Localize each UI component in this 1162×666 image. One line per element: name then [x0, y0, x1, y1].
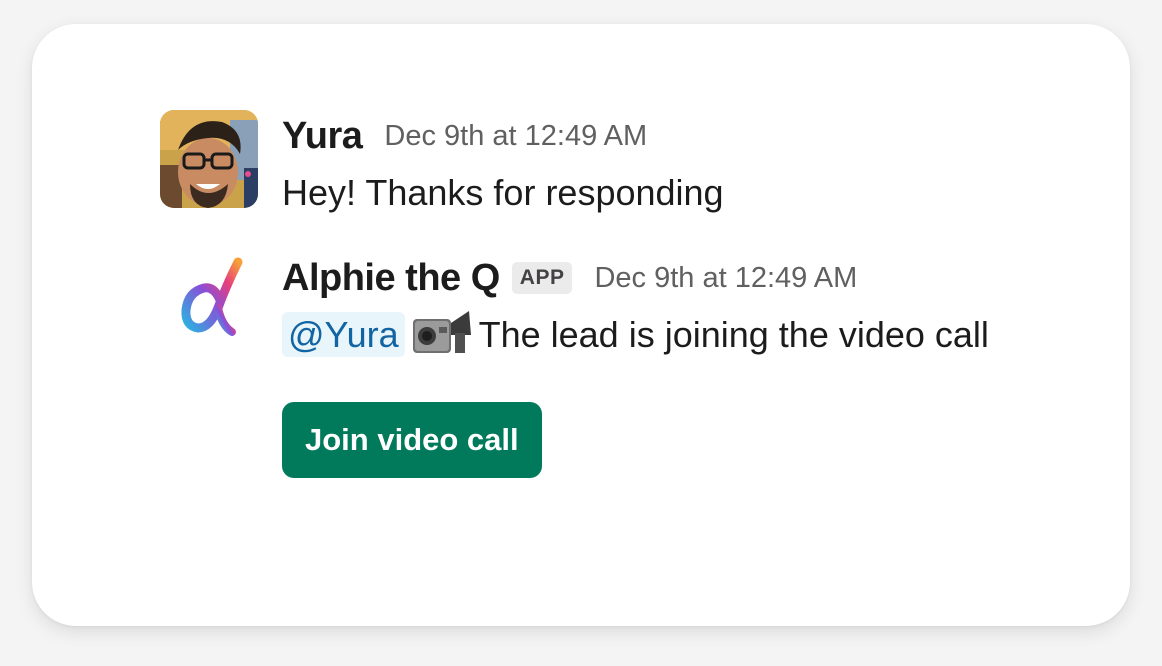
sender-name[interactable]: Yura: [282, 115, 363, 158]
message-header: Yura Dec 9th at 12:49 AM: [282, 114, 1042, 158]
message-card: Yura Dec 9th at 12:49 AM Hey! Thanks for…: [32, 24, 1130, 626]
message-content: Yura Dec 9th at 12:49 AM Hey! Thanks for…: [282, 110, 1042, 224]
message-content: Alphie the Q APP Dec 9th at 12:49 AM @Yu…: [282, 252, 1042, 478]
message-text-body: The lead is joining the video call: [478, 314, 989, 355]
timestamp[interactable]: Dec 9th at 12:49 AM: [384, 120, 647, 153]
alpha-logo-icon[interactable]: [160, 252, 258, 350]
sender-name[interactable]: Alphie the Q: [282, 257, 500, 300]
user-photo-avatar[interactable]: [160, 110, 258, 208]
message-text: Hey! Thanks for responding: [282, 172, 724, 213]
message-header: Alphie the Q APP Dec 9th at 12:49 AM: [282, 256, 1042, 300]
user-mention[interactable]: @Yura: [282, 312, 405, 357]
video-camera-icon: [411, 305, 473, 374]
app-badge: APP: [511, 262, 573, 294]
timestamp[interactable]: Dec 9th at 12:49 AM: [594, 262, 857, 295]
message-text: @Yura The lead is joining the video call: [282, 304, 1042, 374]
join-video-call-button[interactable]: Join video call: [282, 402, 542, 478]
